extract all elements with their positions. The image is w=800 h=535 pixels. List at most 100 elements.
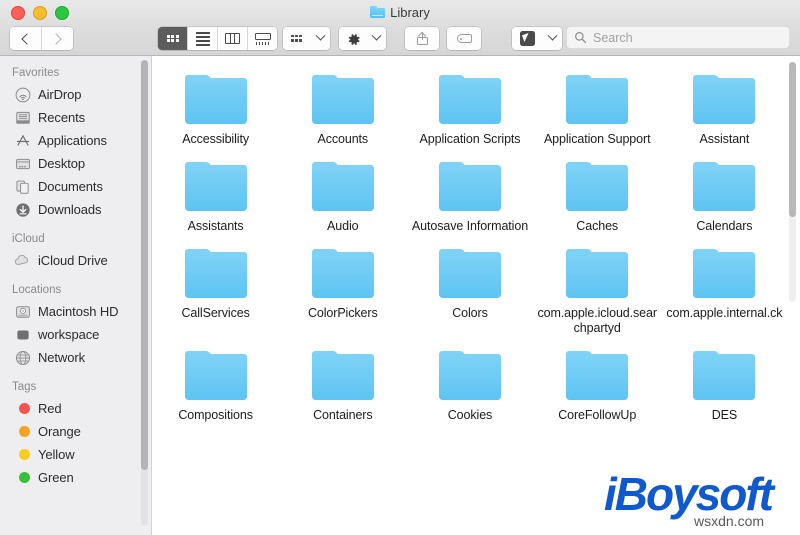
arrange-icon-button[interactable] bbox=[283, 27, 310, 50]
action-dropdown-button[interactable] bbox=[366, 27, 386, 50]
sidebar-item-macintosh-hd[interactable]: Macintosh HD bbox=[0, 300, 151, 323]
file-label: Application Scripts bbox=[419, 132, 521, 146]
sidebar-item-desktop[interactable]: Desktop bbox=[0, 152, 151, 175]
folder-icon bbox=[311, 351, 374, 400]
list-icon bbox=[195, 31, 210, 46]
sidebar-item-label: Red bbox=[38, 401, 62, 416]
file-item[interactable]: CoreFollowUp bbox=[534, 344, 661, 423]
sidebar: Favorites AirDrop Recents Applications D… bbox=[0, 56, 152, 535]
file-item[interactable]: Application Support bbox=[534, 68, 661, 147]
file-item[interactable]: Compositions bbox=[152, 344, 279, 423]
file-item[interactable]: DES bbox=[661, 344, 788, 423]
icloud-drive-icon bbox=[14, 252, 31, 269]
column-view-button[interactable] bbox=[217, 27, 247, 50]
action-menu-button[interactable] bbox=[339, 27, 386, 50]
share-icon-button[interactable] bbox=[405, 27, 439, 50]
action-icon-button[interactable] bbox=[339, 27, 366, 50]
gear-icon bbox=[346, 32, 360, 46]
sidebar-item-tag-orange[interactable]: Orange bbox=[0, 420, 151, 443]
file-label: DES bbox=[711, 408, 738, 422]
tags-icon-button[interactable] bbox=[447, 27, 481, 50]
forward-button[interactable] bbox=[41, 27, 73, 50]
search-icon bbox=[574, 31, 587, 44]
edit-tags-button[interactable] bbox=[447, 27, 481, 50]
file-item[interactable]: Caches bbox=[534, 155, 661, 234]
file-label: Containers bbox=[313, 408, 373, 422]
search-field[interactable]: Search bbox=[566, 26, 790, 49]
file-label: com.apple.internal.ck bbox=[666, 306, 783, 320]
sidebar-section-tags-header: Tags bbox=[12, 381, 37, 393]
sidebar-item-tag-green[interactable]: Green bbox=[0, 466, 151, 489]
file-item[interactable]: Accounts bbox=[279, 68, 406, 147]
folder-icon bbox=[693, 75, 756, 124]
file-item[interactable]: Audio bbox=[279, 155, 406, 234]
sidebar-item-tag-yellow[interactable]: Yellow bbox=[0, 443, 151, 466]
sidebar-item-workspace[interactable]: workspace bbox=[0, 323, 151, 346]
folder-icon bbox=[693, 162, 756, 211]
icon-grid: Accessibility Accounts Application Scrip… bbox=[152, 56, 788, 423]
file-item[interactable]: Autosave Information bbox=[406, 155, 533, 234]
folder-icon bbox=[184, 249, 247, 298]
share-button[interactable] bbox=[405, 27, 439, 50]
file-label: com.apple.icloud.searchpartyd bbox=[537, 306, 657, 335]
file-label: Calendars bbox=[696, 219, 753, 233]
file-label: CallServices bbox=[181, 306, 250, 320]
network-icon bbox=[14, 349, 31, 366]
sidebar-item-label: Applications bbox=[38, 133, 107, 148]
tag-dot-icon bbox=[14, 446, 31, 463]
icon-view-button[interactable] bbox=[158, 27, 187, 50]
file-item[interactable]: Assistants bbox=[152, 155, 279, 234]
quick-actions-button[interactable] bbox=[512, 27, 562, 50]
columns-icon bbox=[225, 33, 240, 44]
folder-icon bbox=[693, 249, 756, 298]
cursor-arrow-icon bbox=[519, 31, 535, 46]
file-item[interactable]: Calendars bbox=[661, 155, 788, 234]
file-browser-content[interactable]: Accessibility Accounts Application Scrip… bbox=[152, 56, 800, 535]
file-item[interactable]: Application Scripts bbox=[406, 68, 533, 147]
sidebar-item-downloads[interactable]: Downloads bbox=[0, 198, 151, 221]
share-icon bbox=[416, 31, 428, 45]
sidebar-item-recents[interactable]: Recents bbox=[0, 106, 151, 129]
file-label: ColorPickers bbox=[307, 306, 378, 320]
arrange-by-button[interactable] bbox=[283, 27, 330, 50]
sidebar-item-label: Macintosh HD bbox=[38, 304, 119, 319]
sidebar-scrollbar[interactable] bbox=[141, 60, 148, 526]
file-label: Accessibility bbox=[182, 132, 249, 146]
quick-action-icon-button[interactable] bbox=[512, 27, 542, 50]
file-item[interactable]: Assistant bbox=[661, 68, 788, 147]
sidebar-item-label: iCloud Drive bbox=[38, 253, 108, 268]
file-item[interactable]: Cookies bbox=[406, 344, 533, 423]
file-item[interactable]: Containers bbox=[279, 344, 406, 423]
file-item[interactable]: com.apple.internal.ck bbox=[661, 242, 788, 336]
volume-icon bbox=[14, 326, 31, 343]
list-view-button[interactable] bbox=[187, 27, 217, 50]
back-button[interactable] bbox=[10, 27, 41, 50]
sidebar-item-network[interactable]: Network bbox=[0, 346, 151, 369]
file-item[interactable]: CallServices bbox=[152, 242, 279, 336]
tag-dot-icon bbox=[14, 400, 31, 417]
hard-disk-icon bbox=[14, 303, 31, 320]
content-scrollbar-thumb[interactable] bbox=[789, 62, 796, 217]
file-label: Colors bbox=[452, 306, 488, 320]
grid-icon bbox=[166, 34, 179, 43]
file-label: Assistant bbox=[699, 132, 750, 146]
sidebar-item-icloud-drive[interactable]: iCloud Drive bbox=[0, 249, 151, 272]
search-input[interactable]: Search bbox=[593, 31, 633, 45]
sidebar-item-label: Orange bbox=[38, 424, 81, 439]
content-scrollbar[interactable] bbox=[789, 62, 796, 302]
file-label: Application Support bbox=[543, 132, 651, 146]
sidebar-item-airdrop[interactable]: AirDrop bbox=[0, 83, 151, 106]
folder-icon bbox=[184, 75, 247, 124]
sidebar-scrollbar-thumb[interactable] bbox=[141, 60, 148, 470]
sidebar-item-applications[interactable]: Applications bbox=[0, 129, 151, 152]
arrange-dropdown-button[interactable] bbox=[310, 27, 330, 50]
sidebar-item-documents[interactable]: Documents bbox=[0, 175, 151, 198]
quick-actions-dropdown-button[interactable] bbox=[542, 27, 562, 50]
file-item[interactable]: ColorPickers bbox=[279, 242, 406, 336]
sidebar-item-tag-red[interactable]: Red bbox=[0, 397, 151, 420]
file-item[interactable]: com.apple.icloud.searchpartyd bbox=[534, 242, 661, 336]
sidebar-item-label: Desktop bbox=[38, 156, 85, 171]
file-item[interactable]: Accessibility bbox=[152, 68, 279, 147]
gallery-view-button[interactable] bbox=[247, 27, 277, 50]
file-item[interactable]: Colors bbox=[406, 242, 533, 336]
